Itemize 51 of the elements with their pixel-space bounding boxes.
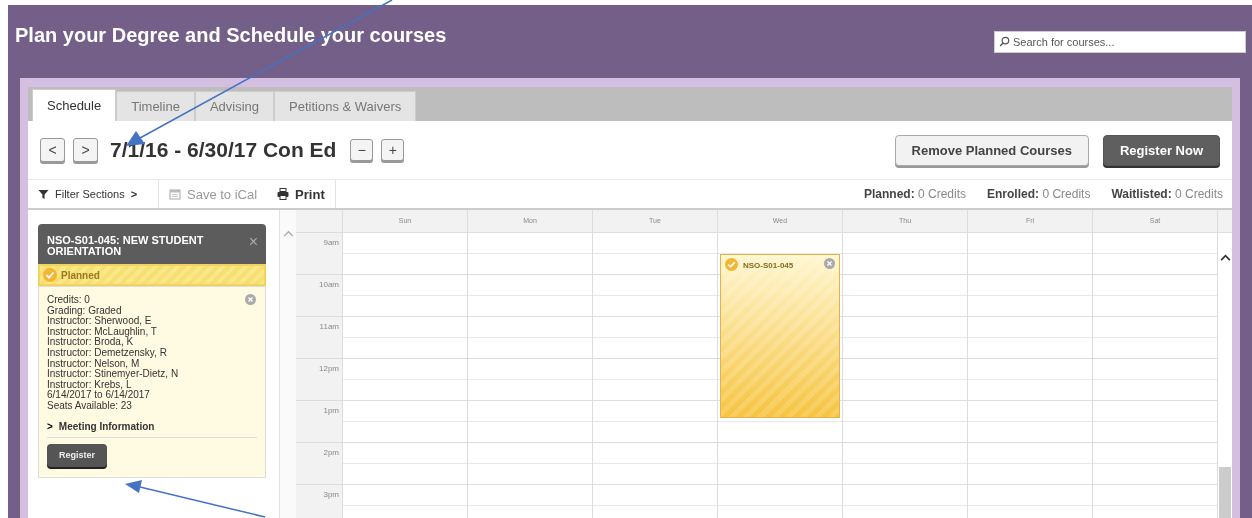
time-label: 1pm xyxy=(323,406,339,415)
credit-summary: Planned: 0 Credits xyxy=(864,187,967,201)
course-detail: Instructor: McLaughlin, T xyxy=(47,326,158,338)
remove-icon[interactable] xyxy=(245,294,256,305)
register-button[interactable]: Register xyxy=(47,443,107,467)
remove-courses-button[interactable]: Remove Planned Courses xyxy=(894,134,1089,166)
scrollbar-thumb[interactable] xyxy=(1219,467,1231,518)
tab[interactable]: Timeline xyxy=(116,91,195,121)
calendar-event[interactable]: NSO-S01-045 xyxy=(720,254,840,418)
course-detail: Grading: Graded xyxy=(47,305,122,317)
search-field[interactable]: Search for courses... xyxy=(994,31,1246,53)
course-detail: Instructor: Krebs, L xyxy=(47,379,132,390)
register-now-button[interactable]: Register Now xyxy=(1102,134,1220,166)
course-detail: Instructor: Broda, K xyxy=(47,337,134,348)
course-detail: Instructor: Sherwood, E xyxy=(47,316,153,327)
zoom-in-button[interactable]: + xyxy=(381,139,405,161)
credit-summary: Enrolled: 0 Credits xyxy=(987,187,1091,201)
time-label: 2pm xyxy=(323,448,339,457)
tab[interactable]: Schedule xyxy=(32,89,117,121)
printer-icon xyxy=(277,188,290,200)
time-label: 12pm xyxy=(319,364,339,373)
remove-icon[interactable] xyxy=(824,258,835,269)
course-detail: 6/14/2017 to 6/14/2017 xyxy=(47,390,151,401)
course-detail: Instructor: Demetzensky, R xyxy=(47,347,168,359)
event-label: NSO-S01-045 xyxy=(743,261,795,270)
time-label: 11am xyxy=(319,322,339,331)
zoom-out-button[interactable]: − xyxy=(350,139,374,161)
page-title: Plan your Degree and Schedule your courses xyxy=(15,23,448,47)
credit-summary: Waitlisted: 0 Credits xyxy=(1111,187,1223,201)
course-detail: Instructor: Nelson, M xyxy=(47,358,140,369)
course-title: NSO-S01-045: NEW STUDENT ORIENTATION xyxy=(47,235,205,257)
expand-toggle[interactable]: > xyxy=(47,420,53,432)
term-title: 7/1/16 - 6/30/17 Con Ed xyxy=(110,138,337,162)
previous-button[interactable]: < xyxy=(40,138,65,162)
tab[interactable]: Advising xyxy=(194,91,274,121)
time-label: 10am xyxy=(319,280,339,289)
status-label: Planned xyxy=(61,269,100,281)
next-button[interactable]: > xyxy=(73,138,98,162)
tab[interactable]: Petitions & Waivers xyxy=(274,91,417,121)
meeting-information-link[interactable]: Meeting Information xyxy=(58,420,155,432)
course-detail: Seats Available: 23 xyxy=(47,400,133,412)
check-icon xyxy=(43,268,57,282)
course-detail: Credits: 0 xyxy=(47,295,91,306)
filter-icon xyxy=(38,188,49,200)
check-icon xyxy=(725,258,738,271)
time-label: 3pm xyxy=(323,490,339,499)
scroll-up-icon[interactable] xyxy=(1219,254,1231,261)
calendar-icon xyxy=(169,188,181,200)
time-label: 9am xyxy=(323,238,339,247)
course-detail: Instructor: Stinemyer-Dietz, N xyxy=(47,369,180,380)
search-icon xyxy=(999,36,1010,47)
